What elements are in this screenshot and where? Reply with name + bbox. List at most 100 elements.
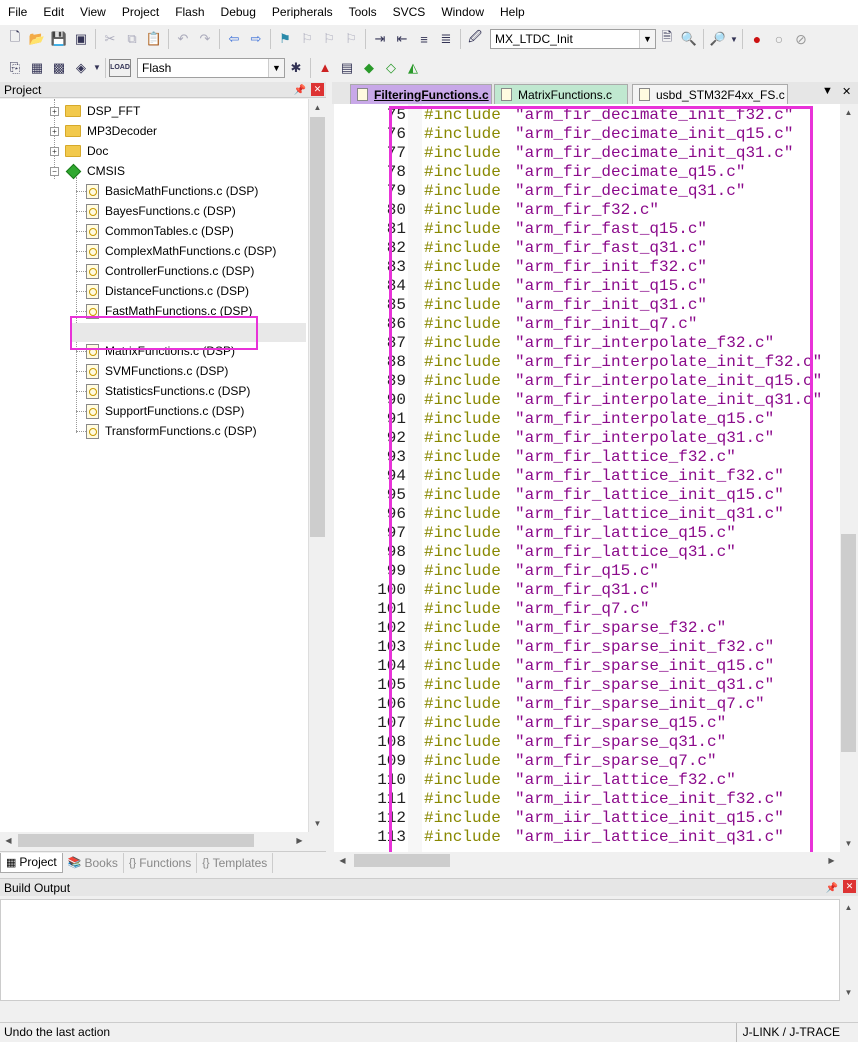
menu-edit[interactable]: Edit xyxy=(35,0,72,24)
tree-folder[interactable]: + Doc xyxy=(50,141,108,161)
tree-file[interactable]: TransformFunctions.c (DSP) xyxy=(86,421,257,441)
tab-list-icon[interactable]: ▼ xyxy=(822,85,833,97)
load-icon[interactable]: LOAD xyxy=(109,58,131,77)
build-icon[interactable]: ▦ xyxy=(26,57,48,79)
navigate-back-icon[interactable]: ⇦ xyxy=(223,28,245,50)
close-icon[interactable]: ✕ xyxy=(842,85,851,98)
expand-icon[interactable]: + xyxy=(50,126,59,136)
tree-folder[interactable]: + DSP_FFT xyxy=(50,101,140,121)
project-horizontal-scrollbar[interactable]: ◀ ▶ xyxy=(0,832,308,849)
scroll-down-icon[interactable]: ▼ xyxy=(309,815,326,832)
undo-icon[interactable]: ↶ xyxy=(172,28,194,50)
run-time-env-icon[interactable]: ◭ xyxy=(402,57,424,79)
prev-bookmark-icon[interactable]: ⚐ xyxy=(296,28,318,50)
chevron-down-icon[interactable]: ▼ xyxy=(268,58,284,77)
tree-file[interactable]: ControllerFunctions.c (DSP) xyxy=(86,261,254,281)
scroll-left-icon[interactable]: ◀ xyxy=(0,832,17,849)
manage-components-icon[interactable]: ▲ xyxy=(314,57,336,79)
scroll-thumb[interactable] xyxy=(354,854,450,867)
breakpoint-icon[interactable]: ● xyxy=(746,28,768,50)
next-bookmark-icon[interactable]: ⚐ xyxy=(318,28,340,50)
target-combo[interactable]: Flash ▼ xyxy=(137,57,285,78)
save-all-icon[interactable]: ▣ xyxy=(70,28,92,50)
chevron-down-icon[interactable]: ▼ xyxy=(639,30,655,48)
function-combo[interactable]: MX_LTDC_Init ▼ xyxy=(490,29,656,49)
scroll-thumb[interactable] xyxy=(841,534,856,752)
menu-svcs[interactable]: SVCS xyxy=(385,0,434,24)
build-horizontal-scrollbar[interactable] xyxy=(0,1001,858,1018)
tree-file[interactable]: DistanceFunctions.c (DSP) xyxy=(86,281,249,301)
tab-usbd-stm32f4xx-fs[interactable]: usbd_STM32F4xx_FS.c xyxy=(632,84,788,104)
close-icon[interactable]: ✕ xyxy=(311,83,324,96)
tab-templates[interactable]: {} Templates xyxy=(197,852,274,873)
debug-session-icon[interactable]: 🔎 xyxy=(707,28,729,50)
copy-icon[interactable]: ⧉ xyxy=(121,28,143,50)
tree-folder[interactable]: − CMSIS xyxy=(50,161,125,181)
build-output-pane[interactable] xyxy=(0,899,840,1001)
menu-window[interactable]: Window xyxy=(433,0,492,24)
menu-flash[interactable]: Flash xyxy=(167,0,212,24)
menu-help[interactable]: Help xyxy=(492,0,533,24)
select-packs-icon[interactable]: ◆ xyxy=(358,57,380,79)
tree-file[interactable]: StatisticsFunctions.c (DSP) xyxy=(86,381,250,401)
tab-filteringfunctions[interactable]: FilteringFunctions.c xyxy=(350,84,492,104)
new-file-icon[interactable]: 🗋 xyxy=(4,28,26,50)
chevron-down-icon[interactable]: ▼ xyxy=(92,57,102,79)
tab-matrixfunctions[interactable]: MatrixFunctions.c xyxy=(494,84,628,104)
tree-file[interactable]: ComplexMathFunctions.c (DSP) xyxy=(86,241,276,261)
translate-icon[interactable]: ⎘ xyxy=(4,57,26,79)
scroll-right-icon[interactable]: ▶ xyxy=(291,832,308,849)
rebuild-icon[interactable]: ▩ xyxy=(48,57,70,79)
menu-view[interactable]: View xyxy=(72,0,114,24)
scroll-up-icon[interactable]: ▲ xyxy=(309,99,326,116)
menu-peripherals[interactable]: Peripherals xyxy=(264,0,341,24)
tab-project[interactable]: ▦ Project xyxy=(0,852,63,873)
pack-installer-icon[interactable]: ◇ xyxy=(380,57,402,79)
paste-icon[interactable]: 📋 xyxy=(143,28,165,50)
find-function-icon[interactable]: 🖉 xyxy=(464,28,486,50)
scroll-thumb[interactable] xyxy=(310,117,325,537)
scroll-right-icon[interactable]: ▶ xyxy=(823,852,840,869)
editor-vertical-scrollbar[interactable]: ▲ ▼ xyxy=(840,104,857,852)
comment-icon[interactable]: ≡ xyxy=(413,28,435,50)
menu-project[interactable]: Project xyxy=(114,0,167,24)
tree-file[interactable]: BayesFunctions.c (DSP) xyxy=(86,201,236,221)
uncomment-icon[interactable]: ≣ xyxy=(435,28,457,50)
scroll-left-icon[interactable]: ◀ xyxy=(334,852,351,869)
open-file-icon[interactable]: 📂 xyxy=(26,28,48,50)
tree-file[interactable]: BasicMathFunctions.c (DSP) xyxy=(86,181,258,201)
indent-icon[interactable]: ⇥ xyxy=(369,28,391,50)
save-icon[interactable]: 💾 xyxy=(48,28,70,50)
unindent-icon[interactable]: ⇤ xyxy=(391,28,413,50)
scroll-down-icon[interactable]: ▼ xyxy=(840,835,857,852)
menu-debug[interactable]: Debug xyxy=(213,0,264,24)
file-extensions-icon[interactable]: ▤ xyxy=(336,57,358,79)
scroll-up-icon[interactable]: ▲ xyxy=(840,104,857,121)
collapse-icon[interactable]: − xyxy=(50,166,59,176)
editor-horizontal-scrollbar[interactable]: ◀ ▶ xyxy=(334,852,840,869)
menu-file[interactable]: File xyxy=(0,0,35,24)
expand-icon[interactable]: + xyxy=(50,106,59,116)
incremental-find-icon[interactable]: 🔍 xyxy=(678,28,700,50)
batch-build-icon[interactable]: ◈ xyxy=(70,57,92,79)
tab-functions[interactable]: {} Functions xyxy=(124,852,198,873)
scroll-up-icon[interactable]: ▲ xyxy=(840,899,857,916)
expand-icon[interactable]: + xyxy=(50,146,59,156)
clear-bookmarks-icon[interactable]: ⚐ xyxy=(340,28,362,50)
cut-icon[interactable]: ✂ xyxy=(99,28,121,50)
navigate-forward-icon[interactable]: ⇨ xyxy=(245,28,267,50)
pin-icon[interactable]: 📌 xyxy=(294,83,306,99)
kill-breakpoints-icon[interactable]: ⊘ xyxy=(790,28,812,50)
menu-tools[interactable]: Tools xyxy=(341,0,385,24)
find-in-files-icon[interactable]: 🗎 xyxy=(656,28,678,50)
close-icon[interactable]: ✕ xyxy=(843,880,856,893)
pin-icon[interactable]: 📌 xyxy=(826,880,838,898)
bookmark-icon[interactable]: ⚑ xyxy=(274,28,296,50)
redo-icon[interactable]: ↷ xyxy=(194,28,216,50)
scroll-thumb[interactable] xyxy=(18,834,254,847)
tree-file[interactable]: CommonTables.c (DSP) xyxy=(86,221,234,241)
chevron-down-icon[interactable]: ▼ xyxy=(729,28,739,50)
tab-books[interactable]: 📚 Books xyxy=(63,852,124,873)
build-vertical-scrollbar[interactable]: ▲ ▼ xyxy=(840,899,857,1001)
project-vertical-scrollbar[interactable]: ▲ ▼ xyxy=(308,99,326,832)
